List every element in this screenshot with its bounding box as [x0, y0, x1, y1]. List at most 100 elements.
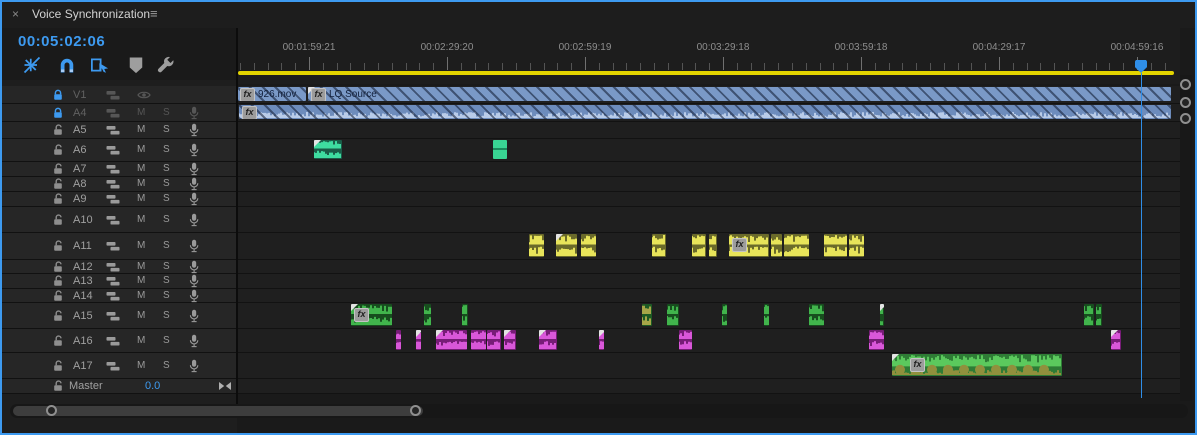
- clip[interactable]: [679, 330, 692, 350]
- close-icon[interactable]: ×: [12, 7, 19, 21]
- horizontal-scrollbar[interactable]: [10, 404, 1188, 418]
- sync-lock-toggle[interactable]: [106, 214, 120, 225]
- track-lane-a15[interactable]: fx: [237, 303, 1180, 329]
- track-lane-a17[interactable]: fx: [237, 353, 1180, 379]
- track-header-a17[interactable]: A17 M S: [2, 353, 236, 379]
- track-header-master[interactable]: Master 0.0: [2, 379, 236, 394]
- sync-lock-toggle[interactable]: [106, 261, 120, 272]
- pan-icon[interactable]: [218, 381, 232, 391]
- track-lock-toggle[interactable]: [52, 380, 64, 392]
- sync-lock-toggle[interactable]: [106, 335, 120, 346]
- track-header-a6[interactable]: A6 M S: [2, 139, 236, 162]
- track-header-a13[interactable]: A13 M S: [2, 274, 236, 289]
- mute-button[interactable]: M: [137, 290, 145, 301]
- mute-button[interactable]: M: [137, 107, 145, 118]
- clip[interactable]: fx: [729, 234, 769, 257]
- clip[interactable]: fx: [239, 105, 1171, 119]
- voiceover-record-button[interactable]: [188, 309, 200, 323]
- vertical-scrollbar[interactable]: [1180, 75, 1192, 401]
- clip[interactable]: [416, 330, 421, 350]
- clip[interactable]: [529, 234, 544, 257]
- track-lock-toggle[interactable]: [52, 289, 64, 302]
- mute-button[interactable]: M: [137, 335, 145, 346]
- clip[interactable]: [1096, 304, 1102, 326]
- voiceover-record-button[interactable]: [188, 143, 200, 157]
- clip[interactable]: fx: [892, 354, 1062, 376]
- track-lock-toggle[interactable]: [52, 89, 64, 101]
- voiceover-record-button[interactable]: [188, 213, 200, 227]
- mute-button[interactable]: M: [137, 145, 145, 155]
- solo-button[interactable]: S: [163, 194, 170, 204]
- track-lane-a10[interactable]: [237, 207, 1180, 233]
- clip[interactable]: [504, 330, 516, 350]
- mute-button[interactable]: M: [137, 214, 145, 225]
- voiceover-record-button[interactable]: [188, 274, 200, 288]
- clip-lq-source[interactable]: fx LQ Source: [308, 87, 1171, 101]
- horizontal-scrollbar-thumb[interactable]: [13, 406, 423, 416]
- solo-button[interactable]: S: [163, 360, 170, 371]
- voiceover-record-button[interactable]: [188, 106, 200, 120]
- solo-button[interactable]: S: [163, 164, 170, 174]
- mute-button[interactable]: M: [137, 261, 145, 272]
- track-header-a12[interactable]: A12 M S: [2, 260, 236, 274]
- clip[interactable]: fx: [351, 304, 392, 326]
- time-ruler[interactable]: 00:01:59:21 00:02:29:20 00:02:59:19 00:03:2…: [237, 28, 1180, 84]
- track-lock-toggle[interactable]: [52, 275, 64, 287]
- voiceover-record-button[interactable]: [188, 289, 200, 303]
- clip[interactable]: [599, 330, 604, 350]
- track-lock-toggle[interactable]: [52, 163, 64, 175]
- clip[interactable]: [471, 330, 486, 350]
- clip[interactable]: [722, 304, 727, 326]
- clip[interactable]: [581, 234, 596, 257]
- mute-button[interactable]: M: [137, 241, 145, 251]
- solo-button[interactable]: S: [163, 107, 170, 118]
- panel-menu-icon[interactable]: ≡: [150, 6, 158, 21]
- clip[interactable]: [824, 234, 847, 257]
- track-lane-a11[interactable]: fx: [237, 233, 1180, 260]
- snap-toggle-button[interactable]: [57, 55, 77, 75]
- solo-button[interactable]: S: [163, 125, 170, 135]
- mute-button[interactable]: M: [137, 360, 145, 371]
- playhead-timecode[interactable]: 00:05:02:06: [18, 33, 105, 50]
- mute-button[interactable]: M: [137, 310, 145, 321]
- vertical-scrollbar-handle[interactable]: [1180, 97, 1191, 108]
- track-lock-toggle[interactable]: [52, 107, 64, 119]
- clip[interactable]: [880, 304, 884, 326]
- clip[interactable]: [493, 140, 507, 159]
- mute-button[interactable]: M: [137, 276, 145, 286]
- track-lock-toggle[interactable]: [52, 178, 64, 190]
- track-lock-toggle[interactable]: [52, 240, 64, 252]
- solo-button[interactable]: S: [163, 214, 170, 225]
- sync-lock-toggle[interactable]: [106, 164, 120, 175]
- clip[interactable]: [396, 330, 401, 350]
- clip[interactable]: [1084, 304, 1094, 326]
- solo-button[interactable]: S: [163, 241, 170, 251]
- track-lock-toggle[interactable]: [52, 260, 64, 273]
- clip[interactable]: [809, 304, 824, 326]
- track-lane-a12[interactable]: [237, 260, 1180, 274]
- track-output-toggle[interactable]: [137, 90, 151, 100]
- solo-button[interactable]: S: [163, 310, 170, 321]
- clip[interactable]: [1111, 330, 1121, 350]
- clip[interactable]: [424, 304, 431, 326]
- add-marker-button[interactable]: [126, 55, 146, 75]
- track-lane-a5[interactable]: [237, 122, 1180, 139]
- clip[interactable]: [539, 330, 557, 350]
- clip[interactable]: [314, 140, 342, 159]
- voiceover-record-button[interactable]: [188, 359, 200, 373]
- solo-button[interactable]: S: [163, 145, 170, 155]
- scrollbar-zoom-handle-left[interactable]: [46, 405, 57, 416]
- clip[interactable]: [692, 234, 706, 257]
- track-lock-toggle[interactable]: [52, 334, 64, 347]
- linked-selection-toggle-button[interactable]: [90, 55, 110, 75]
- timeline-settings-button[interactable]: [156, 55, 176, 75]
- track-header-v1[interactable]: V1: [2, 86, 236, 104]
- track-header-a15[interactable]: A15 M S: [2, 303, 236, 329]
- clip[interactable]: [642, 304, 652, 326]
- track-lock-toggle[interactable]: [52, 213, 64, 226]
- track-lane-a14[interactable]: [237, 289, 1180, 303]
- mute-button[interactable]: M: [137, 194, 145, 204]
- voiceover-record-button[interactable]: [188, 162, 200, 176]
- sync-lock-toggle[interactable]: [106, 145, 120, 156]
- track-header-a9[interactable]: A9 M S: [2, 192, 236, 207]
